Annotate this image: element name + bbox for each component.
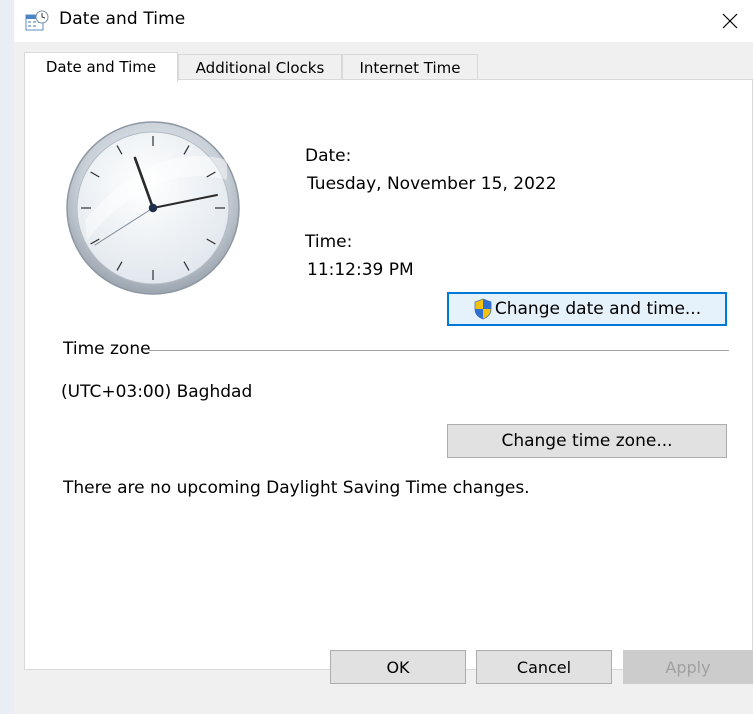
analog-clock-icon [66, 121, 240, 295]
close-icon [722, 13, 738, 29]
tab-panel: Date: Tuesday, November 15, 2022 Time: 1… [24, 79, 753, 670]
tab-additional-clocks[interactable]: Additional Clocks [178, 54, 342, 80]
change-date-time-button[interactable]: Change date and time... [447, 292, 727, 326]
change-time-zone-button[interactable]: Change time zone... [447, 424, 727, 458]
title-bar[interactable]: Date and Time [14, 0, 753, 42]
time-zone-divider [149, 350, 729, 351]
time-label: Time: [305, 232, 353, 252]
date-time-calendar-icon [25, 10, 49, 31]
time-zone-section-label: Time zone [63, 339, 151, 359]
time-zone-value: (UTC+03:00) Baghdad [61, 382, 253, 402]
date-value: Tuesday, November 15, 2022 [307, 174, 557, 194]
apply-button[interactable]: Apply [623, 650, 753, 684]
dst-message: There are no upcoming Daylight Saving Ti… [63, 478, 530, 498]
tab-date-and-time[interactable]: Date and Time [24, 52, 178, 82]
uac-shield-icon [474, 298, 492, 320]
background-strip [0, 0, 14, 714]
close-button[interactable] [707, 0, 753, 42]
tab-internet-time[interactable]: Internet Time [342, 54, 478, 80]
date-time-dialog: Date and Time Date and Time Additional C… [14, 0, 753, 714]
time-value: 11:12:39 PM [307, 260, 414, 280]
window-title: Date and Time [59, 9, 186, 29]
cancel-button[interactable]: Cancel [476, 650, 612, 684]
change-date-time-label: Change date and time... [494, 299, 702, 319]
ok-button[interactable]: OK [330, 650, 466, 684]
date-label: Date: [305, 146, 352, 166]
